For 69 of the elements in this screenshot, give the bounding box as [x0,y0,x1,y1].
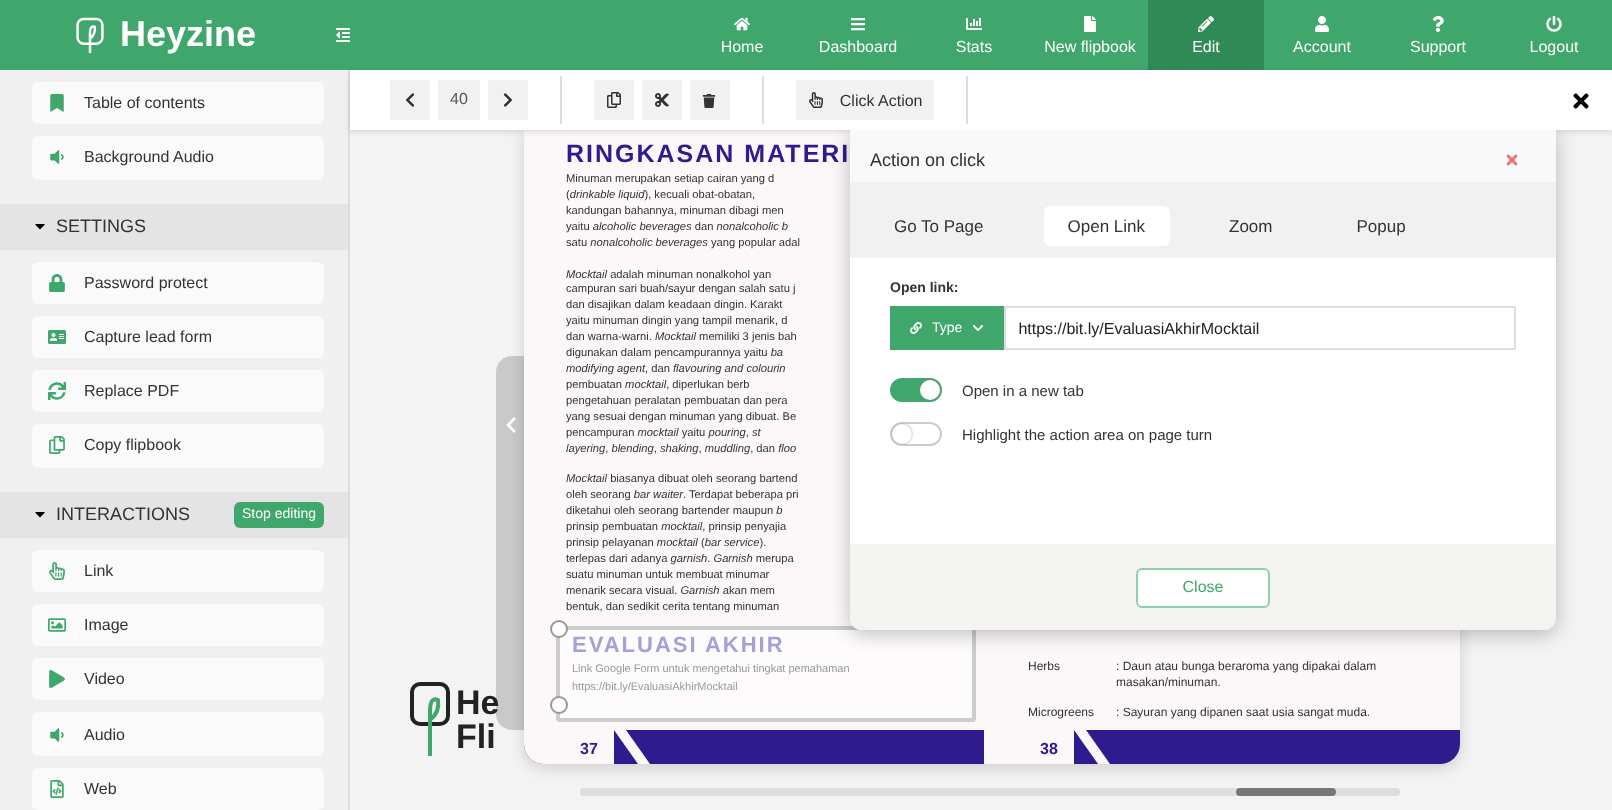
close-icon[interactable] [1570,89,1592,111]
sidebar-item[interactable]: Capture lead form [32,315,324,359]
click-action-button[interactable]: Click Action [795,80,935,120]
dialog-title: Action on click [870,150,986,170]
toggle-switch[interactable] [890,422,942,446]
sidebar-item[interactable]: Audio [32,712,324,756]
url-input-field[interactable]: https://bit.ly/EvaluasiAkhirMocktail [1004,306,1516,350]
sidebar-item[interactable]: Link [32,549,324,592]
previous-page-button[interactable] [390,80,430,120]
next-page-button[interactable] [487,80,528,120]
speaker-icon [48,148,66,167]
refresh-icon [48,382,66,401]
dialog-tab[interactable]: Open Link [1043,206,1169,246]
scissors-icon [653,92,670,108]
bar-chart-icon [966,15,982,31]
copy-icon [48,436,66,455]
duplicate-button[interactable] [593,80,634,120]
bookmark-icon [48,94,66,113]
pointer-hand-icon [48,561,66,580]
resize-handle[interactable] [550,696,568,714]
list-icon [850,15,866,31]
page-title: RINGKASAN MATERI [566,140,851,168]
copy-icon [605,92,622,108]
home-icon [734,15,750,31]
dialog-tab[interactable]: Go To Page [870,206,1008,246]
cut-button[interactable] [641,80,682,120]
chevron-left-icon [402,92,418,108]
pointer-hand-icon [807,92,824,108]
link-icon [910,322,922,334]
contact-card-icon [48,327,66,346]
dialog-tab[interactable]: Popup [1332,206,1430,246]
chevron-right-icon [499,92,516,108]
resize-handle[interactable] [550,620,568,638]
speaker-icon [48,725,66,744]
lock-icon [48,273,66,292]
sidebar-item[interactable]: Background Audio [32,136,324,180]
sidebar-item[interactable]: Web [32,767,324,810]
document-icon [48,779,66,798]
brand-text: Fli [456,720,498,754]
sidebar-item[interactable]: Copy flipbook [32,424,324,468]
section-title: INTERACTIONS [56,504,193,525]
dialog-tab[interactable]: Zoom [1205,206,1297,246]
pencil-icon [1198,15,1214,31]
chevron-left-icon [501,416,519,434]
bird-logo-icon [410,680,450,760]
link-title: EVALUASI AKHIR [572,634,785,658]
chevron-down-icon [972,322,985,334]
sidebar-item[interactable]: Table of contents [32,82,324,125]
sidebar-item[interactable]: Password protect [32,261,324,304]
brand-text: He [456,686,500,720]
page-number-field[interactable]: 40 [438,80,480,120]
sidebar-item[interactable]: Image [32,603,324,647]
nav-item[interactable]: Edit [1148,0,1264,70]
play-icon [48,670,66,689]
image-icon [48,616,66,635]
file-icon [1082,15,1098,31]
toggle-switch[interactable] [890,378,942,402]
delete-button[interactable] [689,80,730,120]
section-header[interactable]: SETTINGS [0,203,348,250]
sidebar-toggle-icon[interactable] [336,26,350,44]
brand-name: Heyzine [119,14,257,56]
question-icon [1430,15,1446,31]
power-icon [1546,15,1562,31]
trash-icon [702,93,717,107]
section-title: SETTINGS [56,216,149,237]
sidebar-item[interactable]: Video [32,658,324,701]
sidebar-item[interactable]: Replace PDF [32,370,324,413]
user-icon [1314,15,1330,31]
scrollbar-thumb[interactable] [1236,788,1336,796]
